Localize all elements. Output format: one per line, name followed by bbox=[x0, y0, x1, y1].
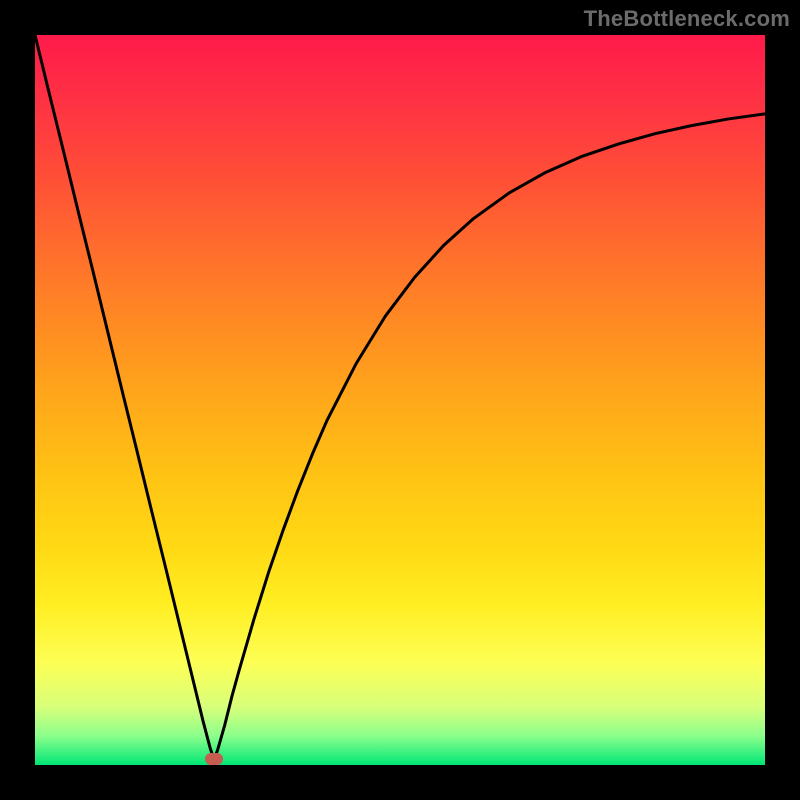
bottleneck-curve bbox=[35, 35, 765, 765]
plot-area bbox=[35, 35, 765, 765]
optimum-marker bbox=[205, 753, 223, 765]
watermark-text: TheBottleneck.com bbox=[584, 6, 790, 32]
chart-container: TheBottleneck.com bbox=[0, 0, 800, 800]
